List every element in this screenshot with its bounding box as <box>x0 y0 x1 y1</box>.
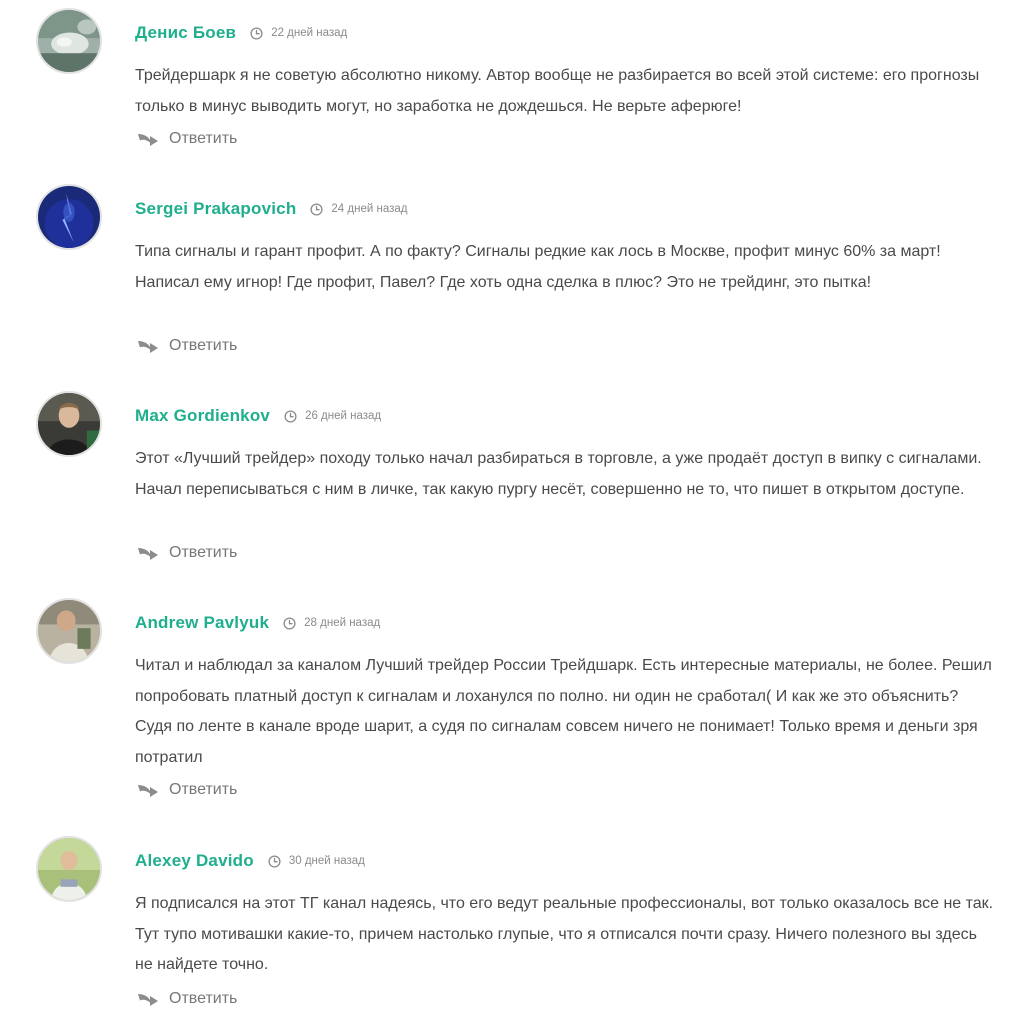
clock-icon <box>284 409 297 423</box>
reply-label: Ответить <box>169 544 238 561</box>
avatar[interactable] <box>36 391 102 457</box>
comment-header: Andrew Pavlyuk 28 дней назад <box>135 612 380 634</box>
clock-icon <box>268 854 281 868</box>
avatar[interactable] <box>36 836 102 902</box>
reply-button[interactable]: Ответить <box>137 130 237 148</box>
comment-date: 28 дней назад <box>283 616 381 630</box>
comment-header: Alexey Davido 30 дней назад <box>135 850 365 872</box>
date-text: 22 дней назад <box>271 27 348 39</box>
reply-arrow-icon <box>137 545 159 561</box>
comment-header: Sergei Prakapovich 24 дней назад <box>135 198 407 220</box>
author-name[interactable]: Денис Боев <box>135 23 236 43</box>
comment-date: 22 дней назад <box>250 26 348 40</box>
author-name[interactable]: Sergei Prakapovich <box>135 199 296 219</box>
reply-arrow-icon <box>137 131 159 147</box>
date-text: 28 дней назад <box>304 617 381 629</box>
date-text: 30 дней назад <box>288 855 365 867</box>
avatar[interactable] <box>36 8 102 74</box>
comment-text: Этот «Лучший трейдер» походу только нача… <box>135 450 982 498</box>
clock-icon <box>310 202 323 216</box>
reply-label: Ответить <box>169 781 238 798</box>
comment-text: Читал и наблюдал за каналом Лучший трейд… <box>135 657 992 766</box>
reply-button[interactable]: Ответить <box>137 544 237 562</box>
avatar[interactable] <box>36 184 102 250</box>
reply-arrow-icon <box>137 338 159 354</box>
comment-header: Денис Боев 22 дней назад <box>135 22 347 44</box>
clock-icon <box>283 616 296 630</box>
author-name[interactable]: Max Gordienkov <box>135 406 270 426</box>
reply-button[interactable]: Ответить <box>137 781 237 799</box>
author-name[interactable]: Andrew Pavlyuk <box>135 613 269 633</box>
reply-button[interactable]: Ответить <box>137 337 237 355</box>
reply-label: Ответить <box>169 130 238 147</box>
comment-header: Max Gordienkov 26 дней назад <box>135 405 381 427</box>
reply-arrow-icon <box>137 782 159 798</box>
clock-icon <box>250 26 263 40</box>
comment-text: Трейдершарк я не советую абсолютно ником… <box>135 67 980 115</box>
reply-arrow-icon <box>137 991 159 1007</box>
comment-date: 24 дней назад <box>310 202 408 216</box>
comment-date: 30 дней назад <box>268 854 365 868</box>
reply-label: Ответить <box>169 990 238 1007</box>
author-name[interactable]: Alexey Davido <box>135 851 254 871</box>
comment-text: Типа сигналы и гарант профит. А по факту… <box>135 243 941 291</box>
date-text: 26 дней назад <box>305 410 382 422</box>
comment-text: Я подписался на этот ТГ канал надеясь, ч… <box>135 895 994 974</box>
comment-date: 26 дней назад <box>284 409 382 423</box>
date-text: 24 дней назад <box>331 203 408 215</box>
avatar[interactable] <box>36 598 102 664</box>
reply-button[interactable]: Ответить <box>137 990 237 1008</box>
reply-label: Ответить <box>169 337 238 354</box>
